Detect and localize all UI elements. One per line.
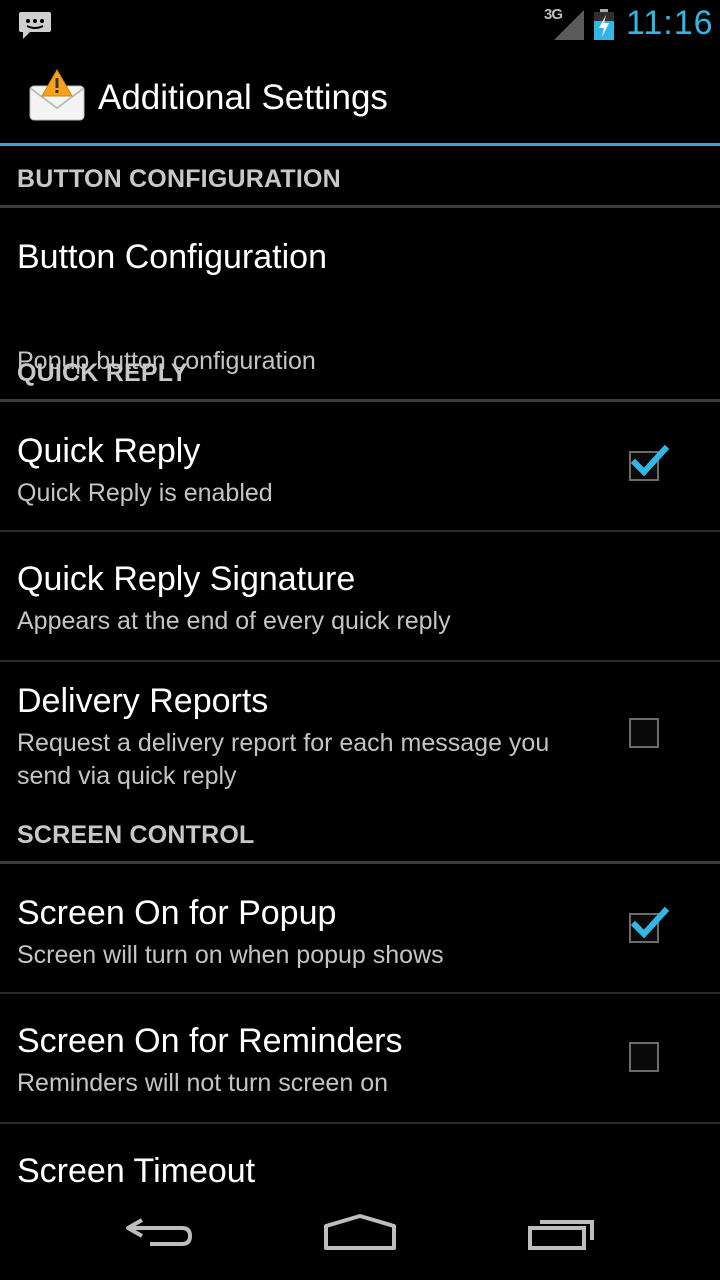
pref-title: Screen On for Reminders	[17, 1022, 403, 1060]
chat-notification-icon	[19, 12, 51, 39]
check-icon	[630, 444, 669, 477]
pref-summary: Reminders will not turn screen on	[17, 1069, 388, 1097]
status-bar: 3G 11:16	[0, 0, 720, 50]
pref-title: Delivery Reports	[17, 682, 269, 720]
page-title: Additional Settings	[98, 78, 388, 117]
category-header: BUTTON CONFIGURATION	[17, 165, 341, 193]
category-quick-reply: QUICK REPLY	[0, 340, 720, 402]
category-header: QUICK REPLY	[17, 359, 188, 387]
pref-summary: Quick Reply is enabled	[17, 479, 273, 507]
action-bar: Additional Settings	[0, 50, 720, 144]
pref-title: Screen On for Popup	[17, 894, 337, 932]
category-screen-control: SCREEN CONTROL	[0, 802, 720, 864]
screen-on-popup-checkbox[interactable]	[629, 906, 669, 943]
pref-delivery-reports[interactable]: Delivery Reports Request a delivery repo…	[0, 662, 720, 802]
settings-list[interactable]: BUTTON CONFIGURATION Button Configuratio…	[0, 146, 720, 1186]
pref-title: Screen Timeout	[17, 1152, 256, 1186]
pref-screen-timeout[interactable]: Screen Timeout	[0, 1124, 720, 1186]
clock: 11:16	[626, 4, 714, 42]
category-header: SCREEN CONTROL	[17, 821, 255, 849]
screen-on-reminders-checkbox[interactable]	[629, 1042, 659, 1072]
pref-title: Quick Reply Signature	[17, 560, 356, 598]
delivery-reports-checkbox[interactable]	[629, 718, 659, 748]
category-button-configuration: BUTTON CONFIGURATION	[0, 146, 720, 208]
pref-summary: Request a delivery report for each messa…	[17, 729, 550, 790]
signal-icon	[554, 10, 584, 40]
check-icon	[630, 906, 669, 939]
back-icon[interactable]	[120, 1206, 200, 1256]
pref-button-configuration[interactable]: Button Configuration Popup button config…	[0, 208, 720, 375]
battery-charging-icon	[594, 9, 614, 40]
pref-title: Quick Reply	[17, 432, 201, 470]
pref-summary: Screen will turn on when popup shows	[17, 941, 444, 969]
navigation-bar	[0, 1186, 720, 1280]
pref-screen-on-for-popup[interactable]: Screen On for Popup Screen will turn on …	[0, 864, 720, 994]
quick-reply-checkbox[interactable]	[629, 444, 669, 481]
pref-summary: Appears at the end of every quick reply	[17, 607, 451, 635]
recent-apps-icon[interactable]	[522, 1206, 602, 1256]
pref-quick-reply-signature[interactable]: Quick Reply Signature Appears at the end…	[0, 532, 720, 662]
pref-screen-on-for-reminders[interactable]: Screen On for Reminders Reminders will n…	[0, 994, 720, 1124]
home-icon[interactable]	[320, 1206, 400, 1256]
envelope-warning-icon[interactable]	[28, 68, 86, 124]
pref-title: Button Configuration	[17, 238, 327, 276]
pref-quick-reply[interactable]: Quick Reply Quick Reply is enabled	[0, 402, 720, 532]
